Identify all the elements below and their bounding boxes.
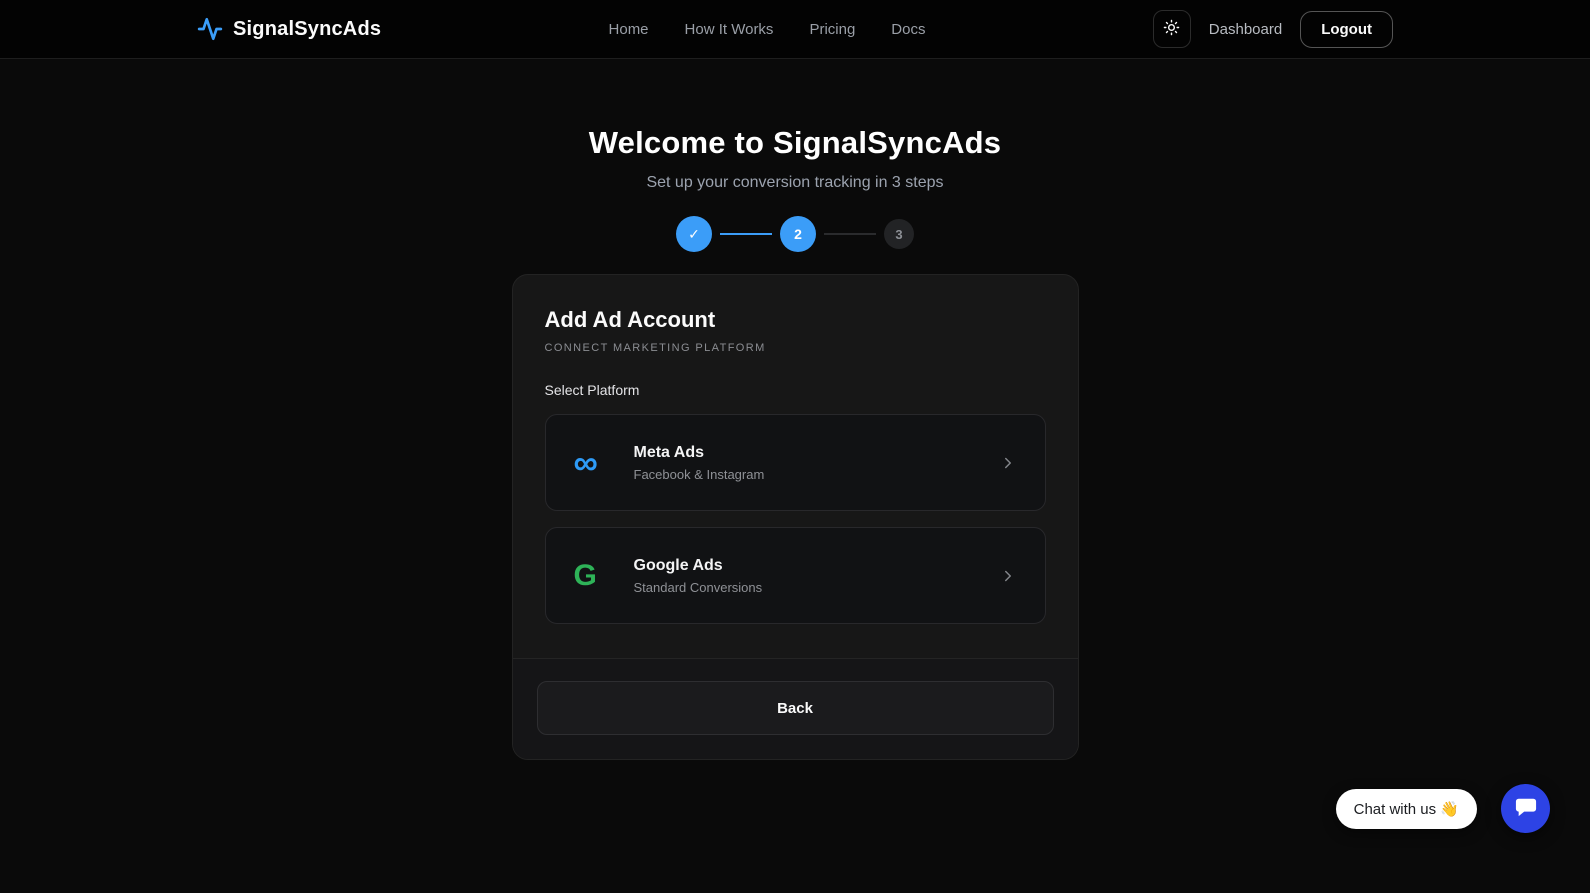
nav-link-dashboard[interactable]: Dashboard <box>1209 21 1282 38</box>
platform-text: Meta Ads Facebook & Instagram <box>634 444 765 482</box>
platform-name: Meta Ads <box>633 443 705 461</box>
card-subtitle: CONNECT MARKETING PLATFORM <box>544 342 766 354</box>
chat-bubble-icon <box>1515 796 1537 821</box>
step-2-active: 2 <box>780 216 816 252</box>
platform-name: Google Ads <box>633 556 723 574</box>
chat-with-us-button[interactable]: Chat with us 👋 <box>1335 788 1477 829</box>
card-footer: Back <box>512 658 1078 759</box>
main-content: Welcome to SignalSyncAds Set up your con… <box>0 59 1590 760</box>
card-body: Add Ad Account CONNECT MARKETING PLATFOR… <box>513 275 1078 658</box>
stepper: ✓ 2 3 <box>0 216 1590 252</box>
nav-link-how-it-works[interactable]: How It Works <box>685 21 774 38</box>
step-3-upcoming: 3 <box>884 219 914 249</box>
google-g-icon: G <box>573 558 597 592</box>
card-title: Add Ad Account <box>544 307 716 332</box>
sun-icon <box>1163 19 1180 39</box>
activity-pulse-icon <box>197 16 223 42</box>
page-title: Welcome to SignalSyncAds <box>588 125 1002 160</box>
step-connector-2 <box>824 233 876 235</box>
back-button[interactable]: Back <box>536 681 1054 735</box>
brand-name: SignalSyncAds <box>233 17 382 40</box>
chevron-right-icon <box>999 567 1017 585</box>
add-ad-account-card: Add Ad Account CONNECT MARKETING PLATFOR… <box>511 274 1079 760</box>
navbar-inner: SignalSyncAds Home How It Works Pricing … <box>197 0 1393 58</box>
nav-link-home[interactable]: Home <box>609 21 649 38</box>
platform-option-meta-ads[interactable]: ∞ Meta Ads Facebook & Instagram <box>544 414 1046 511</box>
chat-launcher-button[interactable] <box>1501 784 1550 833</box>
theme-toggle-button[interactable] <box>1152 10 1191 48</box>
navbar: SignalSyncAds Home How It Works Pricing … <box>0 0 1590 59</box>
chevron-right-icon <box>999 454 1017 472</box>
brand[interactable]: SignalSyncAds <box>197 16 381 42</box>
page-subtitle: Set up your conversion tracking in 3 ste… <box>646 174 944 191</box>
nav-link-docs[interactable]: Docs <box>891 21 925 38</box>
meta-infinity-icon: ∞ <box>573 443 598 482</box>
select-platform-label: Select Platform <box>544 382 640 398</box>
platform-description: Facebook & Instagram <box>633 466 765 482</box>
nav-links: Home How It Works Pricing Docs <box>609 21 926 38</box>
nav-link-pricing[interactable]: Pricing <box>809 21 855 38</box>
logout-button[interactable]: Logout <box>1300 10 1393 48</box>
platform-option-google-ads[interactable]: G Google Ads Standard Conversions <box>544 527 1046 624</box>
platform-text: Google Ads Standard Conversions <box>634 557 763 595</box>
chat-widget: Chat with us 👋 <box>1335 784 1550 833</box>
step-connector-1 <box>720 233 772 235</box>
platform-description: Standard Conversions <box>633 579 763 595</box>
nav-right-controls: Dashboard Logout <box>1152 10 1393 48</box>
step-1-completed: ✓ <box>676 216 712 252</box>
